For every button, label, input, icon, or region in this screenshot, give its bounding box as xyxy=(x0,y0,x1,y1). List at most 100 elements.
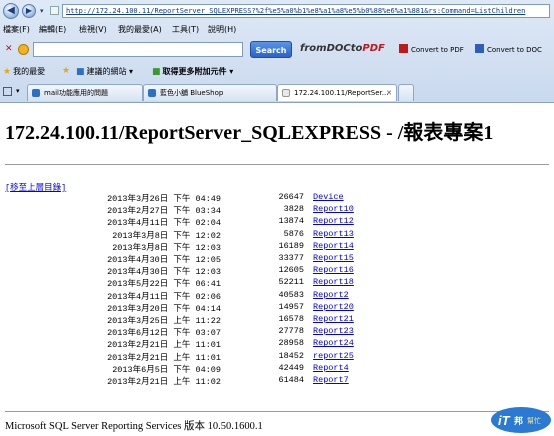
tab-blueshop[interactable]: 藍色小舖 BlueShop xyxy=(143,84,277,101)
listing-item-link[interactable]: Report10 xyxy=(313,204,354,214)
listing-item-link[interactable]: Report24 xyxy=(313,338,354,348)
listing-item-link[interactable]: report25 xyxy=(313,351,354,361)
listing-item-link[interactable]: Report18 xyxy=(313,277,354,287)
listing-date: 2013年3月20日 下午 04:14 xyxy=(107,303,221,314)
listing-row: 2013年5月22日 下午 06:41 52211 Report18 xyxy=(0,277,554,289)
top-divider xyxy=(5,164,549,165)
convert-to-pdf-button[interactable]: Convert to PDF xyxy=(399,44,464,54)
listing-date: 2013年2月21日 上午 11:01 xyxy=(107,340,221,351)
listing-item-link[interactable]: Report13 xyxy=(313,229,354,239)
menu-view[interactable]: 檢視(V) xyxy=(79,24,107,35)
search-toolbar: ✕ Search fromDOCtoPDF Convert to PDF Con… xyxy=(0,39,554,61)
logo-doc: DOC xyxy=(326,43,351,54)
tab-bar: ▾ mail功能應用的問題 藍色小舖 BlueShop 172.24.100.1… xyxy=(0,82,554,102)
listing-size: 13874 xyxy=(278,216,304,227)
listing-date: 2013年3月8日 下午 12:03 xyxy=(112,242,221,253)
add-favorite-button[interactable]: ★ xyxy=(62,66,72,76)
tab-label: 藍色小舖 BlueShop xyxy=(160,89,224,97)
suggested-sites-icon: ■ xyxy=(76,67,85,77)
menu-file[interactable]: 檔案(F) xyxy=(3,24,30,35)
listing-item-link[interactable]: Report21 xyxy=(313,314,354,324)
listing-row: 2013年6月12日 下午 03:07 27778 Report23 xyxy=(0,326,554,338)
tab-favicon xyxy=(32,89,40,97)
tab-close-icon[interactable]: ✕ xyxy=(386,85,392,101)
listing-row: 2013年3月8日 下午 12:02 5876 Report13 xyxy=(0,229,554,241)
listing-date: 2013年4月30日 下午 12:05 xyxy=(107,255,221,265)
listing-item-link[interactable]: Report4 xyxy=(313,363,349,373)
listing-date: 2013年2月27日 下午 03:34 xyxy=(107,206,221,217)
listing-row: 2013年3月8日 下午 12:03 16189 Report14 xyxy=(0,241,554,253)
listing-row: 2013年2月27日 下午 03:34 3828 Report10 xyxy=(0,204,554,216)
listing-item-link[interactable]: Report20 xyxy=(313,302,354,312)
toolbar-close-icon[interactable]: ✕ xyxy=(5,44,13,54)
quick-tabs-icon[interactable] xyxy=(3,87,12,96)
listing-row: 2013年3月20日 下午 04:14 14957 Report20 xyxy=(0,302,554,314)
search-input[interactable] xyxy=(33,42,243,57)
convert-to-doc-label: Convert to DOC xyxy=(487,46,542,54)
logo-from: from xyxy=(300,43,327,54)
listing-size: 42449 xyxy=(278,362,304,373)
forward-arrow-icon: ▶ xyxy=(25,6,33,15)
listing-size: 14957 xyxy=(278,301,304,312)
tab-list-icon[interactable]: ▾ xyxy=(16,87,20,95)
listing-item-link[interactable]: Report2 xyxy=(313,290,349,300)
tab-mail[interactable]: mail功能應用的問題 xyxy=(27,84,143,101)
listing-row: 2013年3月25日 上午 11:22 16578 Report21 xyxy=(0,314,554,326)
listing-size: 40583 xyxy=(278,289,304,300)
listing-item-link[interactable]: Report7 xyxy=(313,375,349,385)
doc-icon xyxy=(475,44,484,53)
favorites-button[interactable]: ★ 我的最愛 xyxy=(3,66,45,77)
pdf-icon xyxy=(399,44,408,53)
listing-row: 2013年4月11日 下午 02:04 13874 Report12 xyxy=(0,216,554,228)
listing-item-link[interactable]: Report14 xyxy=(313,241,354,251)
fromdoctopdf-logo[interactable]: fromDOCtoPDF xyxy=(300,43,385,54)
listing-date: 2013年6月12日 下午 03:07 xyxy=(107,328,221,339)
listing-item-link[interactable]: Device xyxy=(313,192,344,202)
listing-date: 2013年3月8日 下午 12:02 xyxy=(112,230,221,241)
menu-edit[interactable]: 編輯(E) xyxy=(39,24,66,35)
new-tab-button[interactable] xyxy=(398,84,414,101)
listing-size: 61484 xyxy=(278,375,304,385)
listing-size: 28958 xyxy=(278,338,304,349)
address-bar[interactable]: http://172.24.100.11/ReportServer_SQLEXP… xyxy=(62,4,550,18)
get-addons-link[interactable]: ■ 取得更多附加元件 ▾ xyxy=(152,66,233,77)
tab-favicon xyxy=(148,89,156,97)
toolbar-logo-icon xyxy=(18,44,29,55)
listing-row: 2013年2月21日 上午 11:02 61484 Report7 xyxy=(0,375,554,387)
logo-help-text: 幫忙 xyxy=(527,416,541,425)
listing-row: 2013年4月11日 下午 02:06 40583 Report2 xyxy=(0,290,554,302)
listing-date: 2013年4月11日 下午 02:04 xyxy=(107,218,221,229)
search-button[interactable]: Search xyxy=(250,41,292,58)
listing-item-link[interactable]: Report12 xyxy=(313,216,354,226)
listing-size: 18452 xyxy=(278,350,304,361)
listing-date: 2013年6月5日 下午 04:09 xyxy=(112,364,221,375)
back-button[interactable]: ◀ xyxy=(3,3,19,19)
menu-favorites[interactable]: 我的最愛(A) xyxy=(118,24,162,35)
listing-date: 2013年2月21日 上午 11:01 xyxy=(107,352,221,363)
listing-date: 2013年3月25日 上午 11:22 xyxy=(107,316,221,326)
bottom-divider xyxy=(5,411,549,412)
get-addons-label: 取得更多附加元件 ▾ xyxy=(162,67,234,76)
tab-label: mail功能應用的問題 xyxy=(44,89,108,97)
listing-size: 16578 xyxy=(278,314,304,324)
listing-size: 3828 xyxy=(283,204,304,215)
menu-help[interactable]: 說明(H) xyxy=(208,24,236,35)
listing-date: 2013年4月30日 下午 12:03 xyxy=(107,267,221,278)
listing-size: 52211 xyxy=(278,277,304,288)
listing-item-link[interactable]: Report23 xyxy=(313,326,354,336)
convert-to-doc-button[interactable]: Convert to DOC xyxy=(475,44,542,54)
tab-reportserver[interactable]: 172.24.100.11/ReportSer... ✕ xyxy=(277,84,397,101)
listing-item-link[interactable]: Report16 xyxy=(313,265,354,275)
listing-size: 5876 xyxy=(283,228,304,239)
listing-item-link[interactable]: Report15 xyxy=(313,253,354,263)
history-dropdown-icon[interactable]: ▾ xyxy=(40,7,44,15)
suggested-sites-link[interactable]: ■ 建議的網站 ▾ xyxy=(76,66,133,77)
listing-row: 2013年6月5日 下午 04:09 42449 Report4 xyxy=(0,363,554,375)
back-arrow-icon: ◀ xyxy=(7,5,15,16)
menu-tools[interactable]: 工具(T) xyxy=(172,24,199,35)
listing-date: 2013年5月22日 下午 06:41 xyxy=(107,279,221,290)
logo-to: to xyxy=(350,43,363,54)
footer-version: Microsoft SQL Server Reporting Services … xyxy=(5,421,263,432)
forward-button[interactable]: ▶ xyxy=(22,4,36,18)
logo-pdf: PDF xyxy=(362,43,385,54)
